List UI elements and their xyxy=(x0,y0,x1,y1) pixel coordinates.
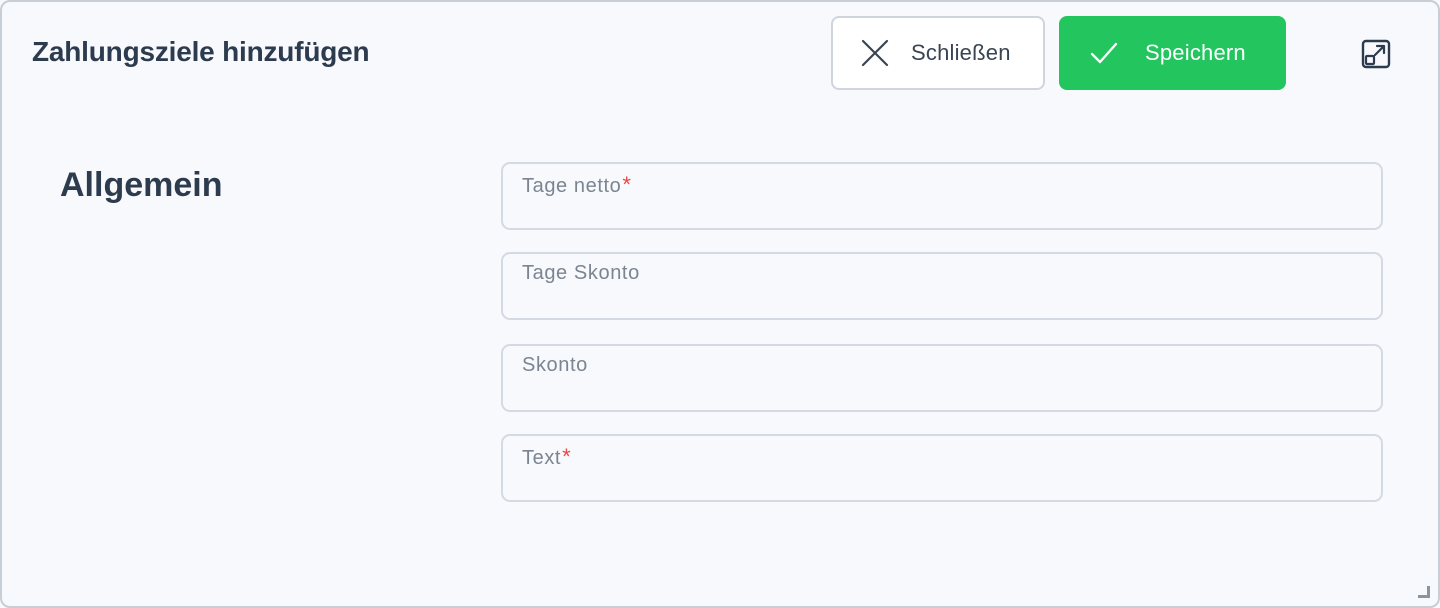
tage-skonto-field[interactable]: Tage Skonto xyxy=(501,252,1383,320)
expand-button[interactable] xyxy=(1358,38,1394,74)
text-label: Text* xyxy=(522,444,572,469)
resize-handle-icon[interactable] xyxy=(1416,584,1432,600)
save-button-label: Speichern xyxy=(1145,40,1246,65)
required-marker: * xyxy=(562,444,572,469)
text-input[interactable] xyxy=(522,470,1362,496)
section-title: Allgemein xyxy=(60,166,223,204)
save-button[interactable]: Speichern xyxy=(1059,16,1286,90)
skonto-input[interactable] xyxy=(522,380,1362,406)
expand-icon xyxy=(1361,39,1391,74)
tage-netto-label: Tage netto* xyxy=(522,172,632,197)
tage-netto-field[interactable]: Tage netto* xyxy=(501,162,1383,230)
skonto-field[interactable]: Skonto xyxy=(501,344,1383,412)
tage-skonto-label: Tage Skonto xyxy=(522,262,640,284)
tage-skonto-input[interactable] xyxy=(522,288,1362,314)
dialog: Zahlungsziele hinzufügen Schließen Speic… xyxy=(0,0,1440,608)
dialog-title: Zahlungsziele hinzufügen xyxy=(32,36,370,67)
close-icon xyxy=(859,37,891,69)
close-button-label: Schließen xyxy=(911,40,1011,65)
required-marker: * xyxy=(622,172,632,197)
skonto-label: Skonto xyxy=(522,354,588,376)
close-button[interactable]: Schließen xyxy=(831,16,1045,90)
tage-netto-input[interactable] xyxy=(522,198,1362,224)
check-icon xyxy=(1087,36,1121,70)
text-field[interactable]: Text* xyxy=(501,434,1383,502)
